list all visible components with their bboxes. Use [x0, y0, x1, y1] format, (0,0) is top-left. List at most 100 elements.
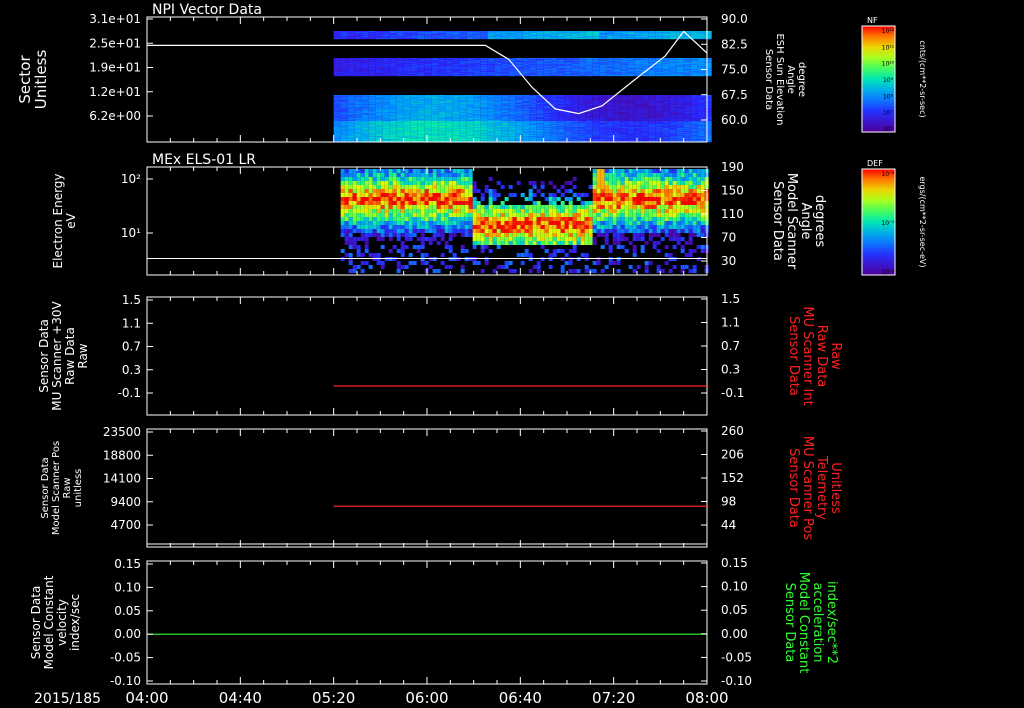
- heatmap-cell: [348, 233, 353, 237]
- heatmap-cell: [504, 241, 509, 245]
- heatmap-cell: [516, 233, 521, 237]
- heatmap-cell: [333, 38, 341, 40]
- heatmap-cell: [380, 213, 385, 217]
- plot-canvas: 3.1e+012.5e+011.9e+011.2e+016.2e+0090.08…: [16, 2, 927, 707]
- heatmap-cell: [540, 193, 545, 197]
- heatmap-cell: [364, 213, 369, 217]
- heatmap-cell: [404, 189, 409, 193]
- heatmap-cell: [364, 221, 369, 225]
- heatmap-cell: [528, 213, 533, 217]
- heatmap-cell: [416, 205, 421, 209]
- heatmap-cell: [488, 209, 493, 213]
- heatmap-cell: [512, 209, 517, 213]
- heatmap-cell: [560, 229, 565, 233]
- heatmap-cell: [520, 241, 525, 245]
- heatmap-cell: [496, 181, 501, 185]
- heatmap-cell: [500, 205, 505, 209]
- heatmap-cell: [460, 193, 465, 197]
- heatmap-cell: [424, 38, 432, 40]
- heatmap-cell: [592, 38, 600, 40]
- heatmap-cell: [380, 181, 385, 185]
- heatmap-cell: [496, 241, 501, 245]
- heatmap-cell: [456, 177, 461, 181]
- heatmap-cell: [368, 75, 376, 77]
- heatmap-cell: [557, 38, 565, 40]
- heatmap-cell: [572, 193, 577, 197]
- heatmap-cell: [456, 193, 461, 197]
- heatmap-cell: [556, 197, 561, 201]
- heatmap-cell: [508, 193, 513, 197]
- heatmap-cell: [424, 253, 429, 257]
- heatmap-cell: [500, 201, 505, 205]
- heatmap-cell: [372, 189, 377, 193]
- heatmap-cell: [380, 245, 385, 249]
- heatmap-cell: [532, 213, 537, 217]
- heatmap-cell: [432, 197, 437, 201]
- heatmap-cell: [536, 213, 541, 217]
- heatmap-cell: [352, 209, 357, 213]
- heatmap-cell: [572, 177, 577, 181]
- heatmap-cell: [528, 233, 533, 237]
- heatmap-cell: [382, 38, 390, 40]
- heatmap-cell: [400, 249, 405, 253]
- heatmap-cell: [480, 213, 485, 217]
- heatmap-cell: [360, 225, 365, 229]
- heatmap-cell: [520, 233, 525, 237]
- heatmap-cell: [440, 197, 445, 201]
- heatmap-cell: [540, 233, 545, 237]
- heatmap-cell: [488, 205, 493, 209]
- heatmap-cell: [364, 217, 369, 221]
- heatmap-cell: [352, 169, 357, 173]
- heatmap-cell: [578, 75, 586, 77]
- heatmap-cell: [344, 209, 349, 213]
- heatmap-cell: [500, 221, 505, 225]
- heatmap-cell: [564, 225, 569, 229]
- heatmap-cell: [500, 233, 505, 237]
- heatmap-cell: [420, 245, 425, 249]
- heatmap-cell: [396, 75, 404, 77]
- heatmap-cell: [408, 205, 413, 209]
- heatmap-cell: [473, 38, 481, 40]
- heatmap-cell: [420, 217, 425, 221]
- heatmap-cell: [528, 193, 533, 197]
- heatmap-cell: [634, 38, 642, 40]
- heatmap-cell: [420, 201, 425, 205]
- heatmap-cell: [356, 173, 361, 177]
- heatmap-cell: [448, 185, 453, 189]
- heatmap-cell: [404, 237, 409, 241]
- heatmap-cell: [376, 185, 381, 189]
- heatmap-cell: [444, 181, 449, 185]
- heatmap-cell: [532, 221, 537, 225]
- heatmap-cell: [568, 261, 573, 265]
- heatmap-cell: [548, 265, 553, 269]
- heatmap-cell: [452, 221, 457, 225]
- heatmap-cell: [460, 177, 465, 181]
- heatmap-cell: [560, 209, 565, 213]
- heatmap-cell: [528, 253, 533, 257]
- heatmap-cell: [568, 205, 573, 209]
- heatmap-cell: [466, 75, 474, 77]
- heatmap-cell: [512, 213, 517, 217]
- heatmap-cell: [424, 193, 429, 197]
- heatmap-cell: [360, 193, 365, 197]
- heatmap-cell: [572, 269, 577, 273]
- heatmap-cell: [388, 189, 393, 193]
- heatmap-cell: [448, 197, 453, 201]
- heatmap-cell: [464, 229, 469, 233]
- heatmap-cell: [445, 38, 453, 40]
- heatmap-cell: [420, 173, 425, 177]
- heatmap-cell: [408, 217, 413, 221]
- heatmap-cell: [348, 221, 353, 225]
- heatmap-cell: [480, 221, 485, 225]
- heatmap-cell: [488, 201, 493, 205]
- heatmap-cell: [368, 233, 373, 237]
- heatmap-cell: [496, 221, 501, 225]
- heatmap-cell: [560, 185, 565, 189]
- heatmap-cell: [428, 173, 433, 177]
- heatmap-cell: [504, 205, 509, 209]
- heatmap-cell: [420, 181, 425, 185]
- heatmap-cell: [412, 205, 417, 209]
- heatmap-cell: [528, 225, 533, 229]
- heatmap-cell: [360, 189, 365, 193]
- heatmap-cell: [444, 225, 449, 229]
